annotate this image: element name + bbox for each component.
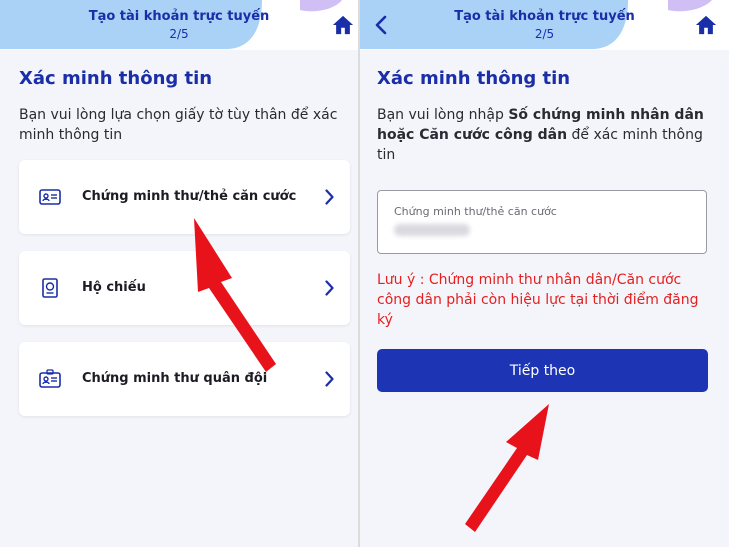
chevron-right-icon	[325, 280, 334, 296]
option-label: Chứng minh thư/thẻ căn cước	[82, 189, 297, 204]
option-military-id[interactable]: Chứng minh thư quân đội	[19, 342, 350, 416]
header-title: Tạo tài khoản trực tuyến	[454, 9, 635, 24]
page-description: Bạn vui lòng nhập Số chứng minh nhân dân…	[377, 105, 722, 165]
military-id-icon	[39, 369, 61, 388]
option-label: Hộ chiếu	[82, 280, 146, 295]
chevron-right-icon	[325, 189, 334, 205]
option-id-card[interactable]: Chứng minh thư/thẻ căn cước	[19, 160, 350, 234]
option-label: Chứng minh thư quân đội	[82, 371, 268, 386]
screen-enter-id: Tạo tài khoản trực tuyến 2/5 Xác minh th…	[360, 0, 729, 547]
header-wave-decoration	[360, 0, 712, 49]
home-icon[interactable]	[695, 14, 717, 36]
header: Tạo tài khoản trực tuyến 2/5	[0, 0, 358, 50]
id-number-label: Chứng minh thư/thẻ căn cước	[394, 205, 557, 218]
header-title: Tạo tài khoản trực tuyến	[88, 9, 270, 24]
screen-select-document: Tạo tài khoản trực tuyến 2/5 Xác minh th…	[0, 0, 358, 547]
annotation-arrow-icon	[194, 218, 276, 372]
id-number-value-blurred	[394, 224, 470, 236]
option-passport[interactable]: Hộ chiếu	[19, 251, 350, 325]
chevron-right-icon	[325, 371, 334, 387]
home-icon[interactable]	[332, 14, 354, 36]
id-number-input[interactable]: Chứng minh thư/thẻ căn cước	[377, 190, 707, 254]
page-title: Xác minh thông tin	[19, 68, 213, 89]
id-card-icon	[39, 189, 61, 205]
validity-note: Lưu ý : Chứng minh thư nhân dân/Căn cước…	[377, 272, 699, 328]
page-description: Bạn vui lòng lựa chọn giấy tờ tùy thân đ…	[19, 107, 338, 143]
header: Tạo tài khoản trực tuyến 2/5	[360, 0, 729, 50]
next-button[interactable]: Tiếp theo	[377, 349, 708, 392]
annotation-arrow-icon	[465, 404, 549, 532]
step-indicator: 2/5	[534, 27, 555, 41]
step-indicator: 2/5	[169, 27, 189, 41]
description-text: Bạn vui lòng nhập	[377, 107, 509, 123]
page-title: Xác minh thông tin	[377, 68, 571, 89]
header-wave-decoration	[0, 0, 342, 49]
passport-icon	[42, 278, 58, 298]
